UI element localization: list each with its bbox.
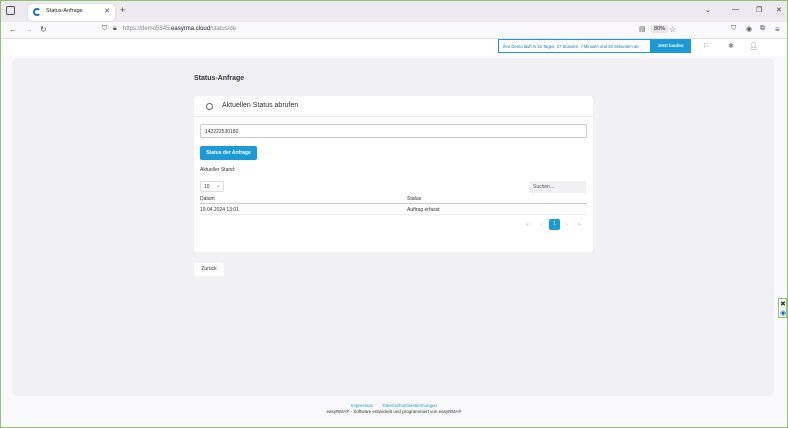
back-button[interactable]: Zurück <box>194 263 224 276</box>
table-cell-date: 19.04.2024 13:01 <box>200 207 239 213</box>
url-field[interactable]: https://demo5845.easyrma.cloud/status/de <box>123 26 236 32</box>
minimize-button[interactable]: — <box>732 6 739 13</box>
gear-icon[interactable]: ✱ <box>728 42 734 50</box>
reload-icon[interactable]: ↻ <box>40 25 47 34</box>
back-arrow-icon[interactable]: ← <box>9 25 17 34</box>
tab-status-anfrage[interactable]: Status-Anfrage ✕ <box>28 4 115 21</box>
search-input[interactable]: Suchen... <box>529 181 586 193</box>
forward-arrow-icon[interactable]: → <box>25 25 33 34</box>
radio-button[interactable] <box>206 103 213 110</box>
column-header-status: Status <box>407 196 422 202</box>
column-header-date: Datum <box>200 196 215 202</box>
footer-links: Impressum Datenschutzbestimmungen <box>0 403 788 408</box>
tab-strip: Status-Anfrage ✕ + ⌄ — ❐ ✕ <box>1 1 787 22</box>
record-icon[interactable]: ◉ <box>780 309 786 317</box>
page-size-select[interactable]: 10 ⌄ <box>200 181 224 192</box>
bookmark-star-icon[interactable]: ☆ <box>669 25 676 34</box>
pagination-next[interactable]: › <box>566 222 568 228</box>
maximize-button[interactable]: ❐ <box>756 6 762 14</box>
tab-title: Status-Anfrage <box>46 8 83 14</box>
flag-icon[interactable]: ⚐ <box>703 42 709 50</box>
tab-close-icon[interactable]: ✕ <box>104 7 110 15</box>
buy-now-button[interactable]: Jetzt kaufen <box>650 39 691 53</box>
privacy-link[interactable]: Datenschutzbestimmungen <box>383 403 438 408</box>
reader-view-icon[interactable]: ▤ <box>639 25 646 33</box>
request-number-input[interactable]: 142222530180 <box>200 124 587 138</box>
user-icon[interactable]: 👤︎ <box>749 42 758 50</box>
status-card: Aktuellen Status abrufen <box>194 96 593 252</box>
list-all-tabs-icon[interactable]: ⌄ <box>705 6 711 14</box>
zoom-level[interactable]: 80% <box>651 25 669 33</box>
firefox-view-icon[interactable] <box>6 6 15 15</box>
demo-banner: Ihre Demo läuft in 16 Tagen, 17 Stunden,… <box>498 39 691 53</box>
pagination-last[interactable]: » <box>578 222 581 228</box>
navigation-bar: ← → ↻ ⛉ 🔒︎ https://demo5845.easyrma.clou… <box>1 22 787 39</box>
demo-countdown-text: Ihre Demo läuft in 16 Tagen, 17 Stunden,… <box>503 44 639 49</box>
pocket-icon[interactable]: ⛉ <box>731 25 736 33</box>
shield-icon[interactable]: ⛉ <box>102 25 107 33</box>
pagination-prev[interactable]: ‹ <box>540 222 542 228</box>
input-value: 142222530180 <box>205 129 239 135</box>
pagination-first[interactable]: « <box>526 222 529 228</box>
menu-icon[interactable]: ≡ <box>775 25 780 34</box>
site-favicon-icon <box>33 8 41 16</box>
table-header-divider <box>200 203 587 204</box>
impressum-link[interactable]: Impressum <box>351 403 373 408</box>
footer-credit: easyRMA® - Software entwickelt und progr… <box>326 409 462 414</box>
close-circle-icon[interactable]: ✖ <box>780 300 786 308</box>
card-title: Aktuellen Status abrufen <box>222 102 299 109</box>
card-header: Aktuellen Status abrufen <box>194 96 593 117</box>
page-size-value: 10 <box>204 184 210 190</box>
pagination-current-page[interactable]: 1 <box>549 219 560 230</box>
close-window-button[interactable]: ✕ <box>776 6 782 14</box>
new-tab-button[interactable]: + <box>120 5 125 15</box>
current-state-label: Aktueller Stand: <box>200 167 236 173</box>
lock-icon[interactable]: 🔒︎ <box>113 25 117 33</box>
account-icon[interactable]: ◉ <box>746 25 752 33</box>
chevron-down-icon: ⌄ <box>216 183 221 189</box>
app-header: Ihre Demo läuft in 16 Tagen, 17 Stunden,… <box>1 39 787 56</box>
page-title: Status-Anfrage <box>194 75 245 82</box>
side-widget[interactable]: ✖ ◉ <box>778 298 787 318</box>
table-cell-status: Auftrag erfasst <box>407 207 440 213</box>
request-status-button[interactable]: Status der Anfrage <box>200 146 257 160</box>
extensions-icon[interactable]: ⧉ <box>760 25 765 33</box>
table-row-divider <box>200 214 587 215</box>
